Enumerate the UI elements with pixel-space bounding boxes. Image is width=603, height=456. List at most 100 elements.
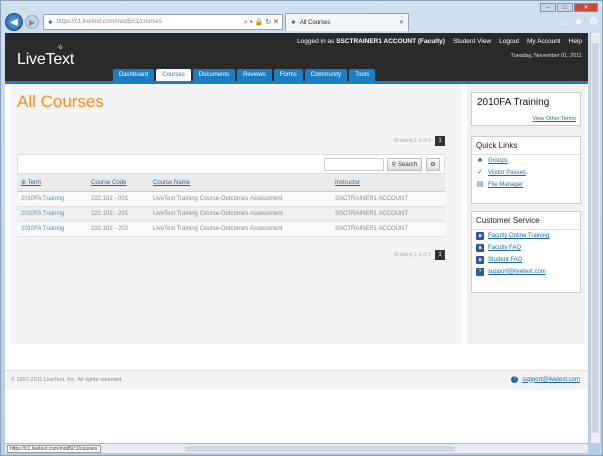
cell-course-name[interactable]: LiveText Training Course-Outcomes Assess… bbox=[149, 191, 331, 207]
cell-course-code[interactable]: 222.102 - 201 bbox=[87, 206, 149, 222]
quick-link-groups[interactable]: ♣ Groups bbox=[472, 155, 580, 167]
browser-tab[interactable]: ✦ All Courses ✕ bbox=[285, 13, 409, 31]
favorites-icon[interactable]: ★ bbox=[574, 17, 583, 28]
quick-link-file-manager[interactable]: ▤ File Manager bbox=[472, 179, 580, 191]
file-icon: ▤ bbox=[476, 181, 484, 188]
service-link-support[interactable]: ? support@livetext.com bbox=[472, 266, 580, 278]
table-row[interactable]: 2010FA Training 222.102 - 201 LiveText T… bbox=[17, 206, 445, 222]
menu-courses[interactable]: Courses bbox=[156, 69, 191, 81]
training-icon: ■ bbox=[476, 232, 484, 240]
cell-term[interactable]: 2010FA Training bbox=[17, 191, 87, 207]
pager-text: Showing 1-3 of 3 bbox=[393, 138, 431, 144]
column-course-name[interactable]: Course Name bbox=[149, 174, 331, 192]
browser-toolbar-icons: ⌂ ★ ⚙ bbox=[562, 17, 598, 28]
quick-link-visitor-passes[interactable]: ✓ Visitor Passes bbox=[472, 167, 580, 179]
copyright-text: © 1997-2011 LiveText, Inc. All rights re… bbox=[11, 377, 123, 383]
page-number-button-bottom[interactable]: 1 bbox=[435, 250, 445, 260]
menu-dashboard[interactable]: Dashboard bbox=[113, 69, 155, 81]
top-pager: Showing 1-3 of 3 1 bbox=[393, 136, 445, 146]
quick-links-card: Quick Links ♣ Groups ✓ Visitor Passes ▤ … bbox=[471, 136, 581, 204]
bottom-pager: Showing 1-3 of 3 1 bbox=[393, 250, 445, 260]
main-menu: Dashboard Courses Documents Reviews Form… bbox=[113, 69, 376, 81]
scrollbar-thumb[interactable] bbox=[592, 43, 599, 433]
site-header: ✧ LiveText Logged in as SSCTRAINER1 ACCO… bbox=[5, 33, 588, 81]
footer-support: ? support@livetext.com bbox=[511, 376, 580, 383]
settings-gear-icon[interactable]: ⚙ bbox=[589, 17, 598, 28]
horizontal-scrollbar[interactable] bbox=[185, 446, 455, 452]
current-term: 2010FA Training bbox=[477, 97, 550, 108]
cell-course-code[interactable]: 222.102 - 202 bbox=[87, 221, 149, 237]
browser-nav-row: ◀ ▶ ✦ https://c1.livetext.com/mod5/c1/co… bbox=[5, 11, 598, 33]
table-row[interactable]: 2010FA Training 222.102 - 202 LiveText T… bbox=[17, 221, 445, 237]
address-controls-icon[interactable]: ⌕ ▾ 🔒 ↻ ✕ bbox=[244, 18, 279, 27]
menu-forms[interactable]: Forms bbox=[273, 69, 303, 81]
cell-course-name[interactable]: LiveText Training Course-Outcomes Assess… bbox=[149, 206, 331, 222]
menu-tools[interactable]: Tools bbox=[349, 69, 376, 81]
footer-support-link[interactable]: support@livetext.com bbox=[522, 377, 580, 383]
page-content: All Courses Showing 1-3 of 3 1 ⚲ Search … bbox=[5, 84, 588, 443]
service-link-faculty-faq[interactable]: ■ Faculty FAQ bbox=[472, 242, 580, 254]
groups-icon: ♣ bbox=[477, 157, 483, 164]
courses-table-box: Showing 1-3 of 3 1 ⚲ Search ⚙ ⊕ Term Cou… bbox=[17, 136, 445, 296]
vertical-scrollbar[interactable] bbox=[590, 33, 600, 443]
menu-community[interactable]: Community bbox=[304, 69, 348, 81]
cell-course-code[interactable]: 222.102 - 001 bbox=[87, 191, 149, 207]
pass-icon: ✓ bbox=[477, 169, 483, 176]
cell-term[interactable]: 2010FA Training bbox=[17, 206, 87, 222]
column-course-code[interactable]: Course Code bbox=[87, 174, 149, 192]
browser-window: – □ ✕ ◀ ▶ ✦ https://c1.livetext.com/mod5… bbox=[0, 0, 603, 456]
column-term[interactable]: ⊕ Term bbox=[17, 174, 87, 192]
tab-close-icon[interactable]: ✕ bbox=[399, 19, 404, 26]
courses-table: ⊕ Term Course Code Course Name Instructo… bbox=[17, 174, 445, 237]
search-icon: ⚲ bbox=[391, 162, 396, 168]
menu-documents[interactable]: Documents bbox=[192, 69, 236, 81]
address-url: https://c1.livetext.com/mod5/c1/courses bbox=[56, 19, 162, 25]
page-title: All Courses bbox=[17, 92, 104, 111]
address-bar[interactable]: ✦ https://c1.livetext.com/mod5/c1/course… bbox=[43, 14, 283, 30]
search-button[interactable]: ⚲ Search bbox=[386, 158, 422, 171]
student-view-link[interactable]: Student View bbox=[453, 38, 491, 45]
term-card: 2010FA Training View Other Terms bbox=[471, 92, 581, 126]
tab-title: All Courses bbox=[299, 19, 331, 26]
cell-course-name[interactable]: LiveText Training Course-Outcomes Assess… bbox=[149, 221, 331, 237]
pager-text-bottom: Showing 1-3 of 3 bbox=[393, 252, 431, 258]
menu-reviews[interactable]: Reviews bbox=[237, 69, 272, 81]
support-icon: ? bbox=[511, 376, 519, 383]
cell-term[interactable]: 2010FA Training bbox=[17, 221, 87, 237]
forward-button[interactable]: ▶ bbox=[25, 15, 39, 29]
page-number-button[interactable]: 1 bbox=[435, 136, 445, 146]
sort-icon: ⊕ bbox=[21, 180, 28, 186]
sidebar: 2010FA Training View Other Terms Quick L… bbox=[467, 84, 585, 344]
user-nav: Logged in as SSCTRAINER1 ACCOUNT (Facult… bbox=[297, 38, 582, 45]
logout-link[interactable]: Logout bbox=[499, 38, 519, 45]
help-link[interactable]: Help bbox=[569, 38, 582, 45]
tab-favicon-icon: ✦ bbox=[290, 18, 297, 27]
back-button[interactable]: ◀ bbox=[5, 13, 23, 31]
search-input[interactable] bbox=[324, 158, 384, 171]
status-url: https://c1.livetext.com/mod5/c1/courses bbox=[7, 445, 101, 453]
current-date: Tuesday, November 01, 2011 bbox=[510, 53, 582, 59]
customer-service-title: Customer Service bbox=[472, 212, 580, 230]
page-footer: © 1997-2011 LiveText, Inc. All rights re… bbox=[5, 370, 588, 390]
options-gear-icon[interactable]: ⚙ bbox=[426, 158, 440, 171]
courses-panel: All Courses Showing 1-3 of 3 1 ⚲ Search … bbox=[11, 84, 461, 344]
cell-instructor: SSCTRAINER1 ACCOUNT bbox=[331, 191, 445, 207]
quick-links-title: Quick Links bbox=[472, 137, 580, 155]
service-link-training[interactable]: ■ Faculty Online Training bbox=[472, 230, 580, 242]
cell-instructor: SSCTRAINER1 ACCOUNT bbox=[331, 206, 445, 222]
table-header-row: ⊕ Term Course Code Course Name Instructo… bbox=[17, 174, 445, 192]
livetext-logo[interactable]: LiveText bbox=[17, 51, 74, 69]
support-icon: ? bbox=[476, 268, 484, 276]
service-link-student-faq[interactable]: ■ Student FAQ bbox=[472, 254, 580, 266]
customer-service-card: Customer Service ■ Faculty Online Traini… bbox=[471, 211, 581, 293]
faq-icon: ■ bbox=[476, 256, 484, 264]
column-instructor[interactable]: Instructor bbox=[331, 174, 445, 192]
my-account-link[interactable]: My Account bbox=[527, 38, 561, 45]
search-row: ⚲ Search ⚙ bbox=[17, 154, 445, 174]
table-row[interactable]: 2010FA Training 222.102 - 001 LiveText T… bbox=[17, 191, 445, 207]
search-button-label: Search bbox=[397, 161, 417, 168]
site-favicon-icon: ✦ bbox=[47, 17, 54, 27]
home-icon[interactable]: ⌂ bbox=[562, 17, 568, 28]
cell-instructor: SSCTRAINER1 ACCOUNT bbox=[331, 221, 445, 237]
view-other-terms-link[interactable]: View Other Terms bbox=[532, 116, 576, 122]
